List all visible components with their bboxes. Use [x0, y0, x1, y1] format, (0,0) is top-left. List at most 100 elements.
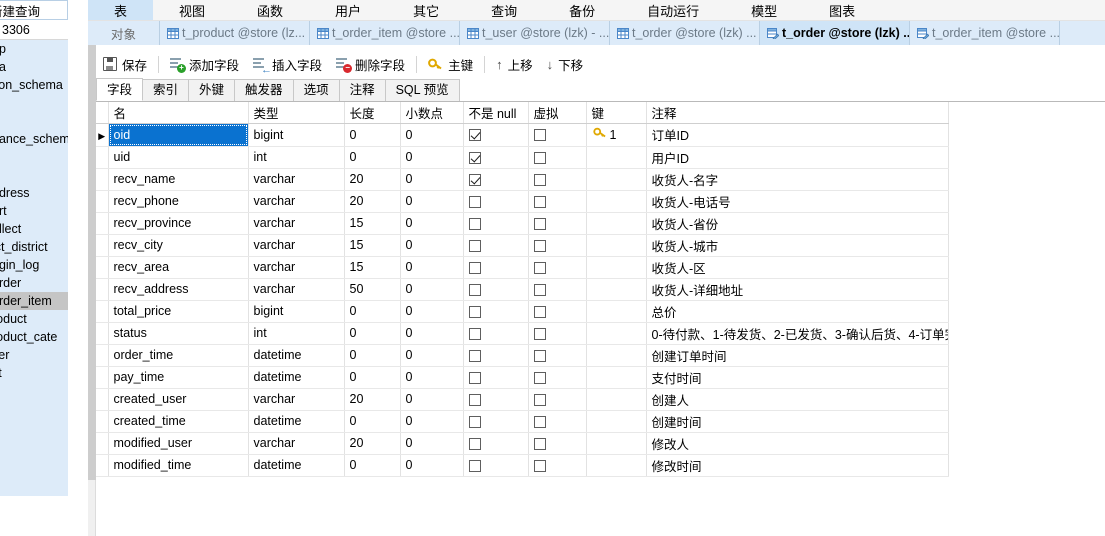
virtual-checkbox[interactable]: [533, 129, 546, 142]
move-up-button[interactable]: ↑ 上移: [489, 53, 540, 75]
cell-virtual[interactable]: [528, 322, 587, 345]
cell-key[interactable]: [586, 278, 647, 301]
sidebar-tree-item-6[interactable]: [0, 148, 68, 166]
cell-not_null[interactable]: [463, 454, 529, 477]
cell-key[interactable]: [586, 256, 647, 279]
cell-decimals[interactable]: 0: [400, 212, 464, 235]
cell-name[interactable]: recv_province: [108, 212, 249, 235]
cell-comment[interactable]: 创建订单时间: [646, 344, 949, 367]
cell-virtual[interactable]: [528, 190, 587, 213]
cell-not_null[interactable]: [463, 146, 529, 169]
sidebar-tree-item-13[interactable]: order: [0, 274, 68, 292]
sidebar-tree-item-9[interactable]: art: [0, 202, 68, 220]
sidebar-tree-item-11[interactable]: ict_district: [0, 238, 68, 256]
cell-not_null[interactable]: [463, 278, 529, 301]
not-null-checkbox[interactable]: [468, 415, 481, 428]
virtual-checkbox[interactable]: [533, 393, 546, 406]
virtual-checkbox[interactable]: [533, 217, 546, 230]
not-null-checkbox[interactable]: [468, 349, 481, 362]
cell-key[interactable]: [586, 388, 647, 411]
table-row[interactable]: recv_province varchar 15 0 收货人-省份: [96, 212, 949, 235]
virtual-checkbox[interactable]: [533, 173, 546, 186]
menu-item-9[interactable]: 图表: [803, 0, 881, 20]
cell-key[interactable]: [586, 366, 647, 389]
primary-key-button[interactable]: 主键: [421, 53, 480, 75]
not-null-checkbox[interactable]: [468, 371, 481, 384]
table-row[interactable]: recv_phone varchar 20 0 收货人-电话号: [96, 190, 949, 213]
sidebar-tree-item-16[interactable]: roduct_cate: [0, 328, 68, 346]
cell-type[interactable]: varchar: [248, 388, 345, 411]
panel-left-scrollbar-thumb[interactable]: [88, 45, 96, 480]
cell-length[interactable]: 0: [344, 344, 401, 367]
not-null-checkbox[interactable]: [468, 261, 481, 274]
cell-virtual[interactable]: [528, 212, 587, 235]
cell-length[interactable]: 0: [344, 146, 401, 169]
document-tab-2[interactable]: t_user @store (lzk) - ...: [460, 21, 610, 45]
sidebar-tree-item-5[interactable]: nance_schem: [0, 130, 68, 148]
cell-type[interactable]: int: [248, 146, 345, 169]
sidebar-tree-item-12[interactable]: ogin_log: [0, 256, 68, 274]
sidebar-tree-item-7[interactable]: [0, 166, 68, 184]
cell-type[interactable]: datetime: [248, 366, 345, 389]
table-row[interactable]: recv_name varchar 20 0 收货人-名字: [96, 168, 949, 191]
cell-comment[interactable]: 收货人-名字: [646, 168, 949, 191]
cell-key[interactable]: [586, 168, 647, 191]
cell-decimals[interactable]: 0: [400, 388, 464, 411]
cell-not_null[interactable]: [463, 256, 529, 279]
subtab-6[interactable]: SQL 预览: [384, 79, 460, 101]
sidebar-tree-item-4[interactable]: [0, 112, 68, 130]
cell-type[interactable]: varchar: [248, 278, 345, 301]
cell-length[interactable]: 20: [344, 388, 401, 411]
document-tab-0[interactable]: t_product @store (lz...: [160, 21, 310, 45]
cell-type[interactable]: bigint: [248, 123, 345, 147]
cell-length[interactable]: 0: [344, 300, 401, 323]
virtual-checkbox[interactable]: [533, 415, 546, 428]
menu-item-4[interactable]: 其它: [387, 0, 465, 20]
virtual-checkbox[interactable]: [533, 195, 546, 208]
virtual-checkbox[interactable]: [533, 151, 546, 164]
table-row[interactable]: created_user varchar 20 0 创建人: [96, 388, 949, 411]
grid-column-header-name[interactable]: 名: [108, 102, 249, 124]
not-null-checkbox[interactable]: [468, 151, 481, 164]
cell-name[interactable]: recv_city: [108, 234, 249, 257]
virtual-checkbox[interactable]: [533, 459, 546, 472]
cell-decimals[interactable]: 0: [400, 322, 464, 345]
tab-objects[interactable]: 对象: [88, 21, 160, 45]
cell-length[interactable]: 15: [344, 212, 401, 235]
not-null-checkbox[interactable]: [468, 195, 481, 208]
cell-not_null[interactable]: [463, 344, 529, 367]
document-tab-4[interactable]: t_order @store (lzk) ...: [760, 21, 910, 45]
not-null-checkbox[interactable]: [468, 459, 481, 472]
subtab-1[interactable]: 索引: [142, 79, 190, 101]
cell-not_null[interactable]: [463, 432, 529, 455]
cell-length[interactable]: 0: [344, 410, 401, 433]
menu-item-7[interactable]: 自动运行: [621, 0, 725, 20]
menu-item-6[interactable]: 备份: [543, 0, 621, 20]
cell-name[interactable]: modified_user: [108, 432, 249, 455]
grid-column-header-length[interactable]: 长度: [344, 102, 401, 124]
cell-virtual[interactable]: [528, 344, 587, 367]
sidebar-tree-item-3[interactable]: s: [0, 94, 68, 112]
not-null-checkbox[interactable]: [468, 283, 481, 296]
cell-key[interactable]: [586, 300, 647, 323]
cell-virtual[interactable]: [528, 168, 587, 191]
sidebar-tree-item-10[interactable]: ollect: [0, 220, 68, 238]
cell-not_null[interactable]: [463, 366, 529, 389]
cell-type[interactable]: int: [248, 322, 345, 345]
cell-name[interactable]: total_price: [108, 300, 249, 323]
cell-type[interactable]: bigint: [248, 300, 345, 323]
cell-decimals[interactable]: 0: [400, 146, 464, 169]
table-row[interactable]: recv_city varchar 15 0 收货人-城市: [96, 234, 949, 257]
cell-comment[interactable]: 收货人-区: [646, 256, 949, 279]
not-null-checkbox[interactable]: [468, 173, 481, 186]
table-row[interactable]: recv_area varchar 15 0 收货人-区: [96, 256, 949, 279]
subtab-5[interactable]: 注释: [338, 79, 386, 101]
cell-type[interactable]: datetime: [248, 410, 345, 433]
cell-not_null[interactable]: [463, 322, 529, 345]
sidebar-tree-item-15[interactable]: roduct: [0, 310, 68, 328]
cell-virtual[interactable]: [528, 256, 587, 279]
cell-length[interactable]: 20: [344, 190, 401, 213]
cell-not_null[interactable]: [463, 212, 529, 235]
cell-type[interactable]: varchar: [248, 212, 345, 235]
cell-length[interactable]: 0: [344, 123, 401, 147]
